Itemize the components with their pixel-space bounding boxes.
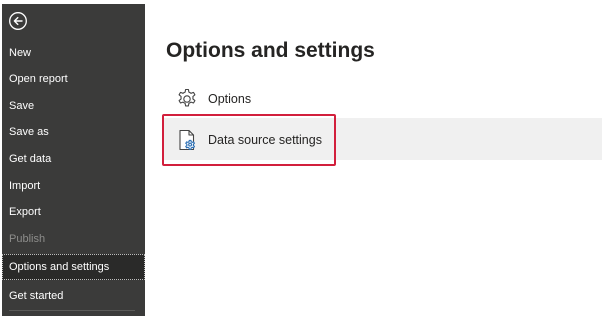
nav-item-save[interactable]: Save	[2, 93, 145, 119]
nav-item-publish: Publish	[9, 233, 46, 245]
nav-item-open-report[interactable]: Open report	[2, 66, 145, 92]
nav-item-import[interactable]: Import	[2, 173, 145, 199]
options-label: Options	[208, 92, 252, 106]
page-title: Options and settings	[166, 39, 375, 62]
nav-item-save-as[interactable]: Save as	[2, 119, 145, 145]
nav-item-get-data[interactable]: Get data	[2, 146, 145, 172]
sidebar: New Open report Save Save as Get data Im…	[2, 4, 145, 316]
nav-item-export[interactable]: Export	[2, 199, 145, 225]
nav-item-get-started[interactable]: Get started	[2, 283, 145, 309]
data-source-settings-label: Data source settings	[208, 133, 322, 147]
gear-icon	[175, 87, 199, 111]
options-item[interactable]: Options	[175, 86, 251, 112]
nav-item-options-and-settings[interactable]: Options and settings	[2, 254, 145, 280]
data-source-settings-icon	[175, 128, 199, 152]
sidebar-divider	[9, 310, 135, 311]
back-arrow-icon[interactable]	[8, 11, 28, 31]
nav-item-new[interactable]: New	[2, 40, 145, 66]
data-source-settings-item[interactable]: Data source settings	[175, 127, 322, 153]
